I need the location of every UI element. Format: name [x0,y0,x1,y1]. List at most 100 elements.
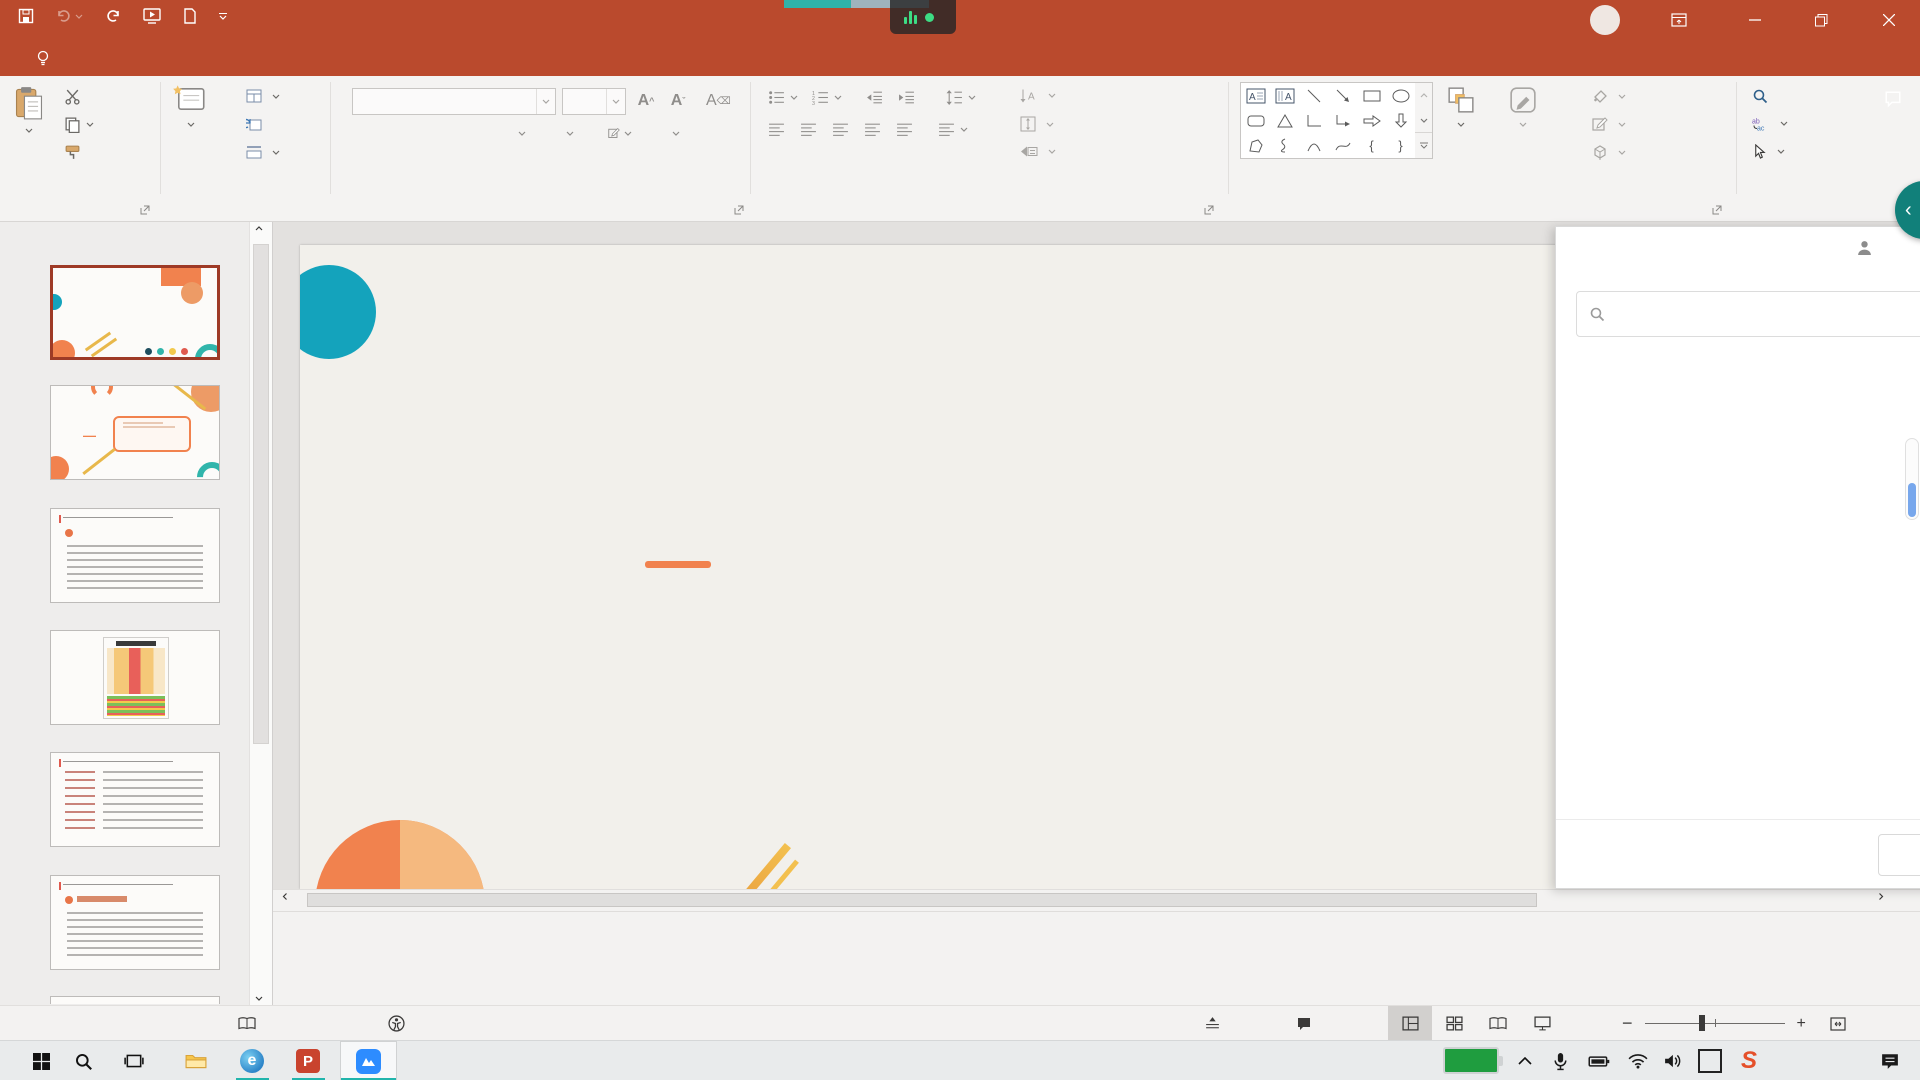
reading-view-button[interactable] [1476,1006,1520,1041]
spellcheck-icon[interactable] [238,1006,256,1041]
shape-outline-button[interactable] [1592,116,1626,132]
mute-all-button[interactable] [1878,834,1920,876]
font-dialog-launcher[interactable] [734,202,744,220]
thumbnail-slide-2[interactable]: — [50,385,220,480]
scroll-up-icon[interactable] [255,226,263,231]
zoom-in-button[interactable]: + [1797,1015,1806,1033]
redo-icon[interactable] [105,8,121,24]
volume-tray-icon[interactable] [1658,1041,1690,1080]
powerpoint-button[interactable]: P [290,1041,326,1080]
quick-styles-button[interactable] [1509,86,1537,127]
text-direction-button[interactable] [1020,88,1056,103]
arrange-button[interactable] [1447,86,1475,127]
scroll-right-icon[interactable] [1877,894,1885,899]
grow-font-button[interactable]: A^ [634,88,658,114]
thumbnail-slide-7[interactable] [50,996,220,1004]
scroll-down-icon[interactable] [255,996,263,1001]
underline-button[interactable] [410,120,434,146]
notes-toggle[interactable] [1204,1006,1228,1041]
character-spacing-button[interactable] [508,120,532,146]
cut-button[interactable] [64,88,81,105]
new-slide-button[interactable] [172,84,206,127]
font-color-button[interactable] [662,120,686,146]
account-avatar[interactable] [1590,5,1620,35]
thumbnail-slide-1[interactable] [50,265,220,360]
increase-indent-button[interactable] [898,90,915,105]
ime-indicator[interactable] [1694,1041,1726,1080]
italic-button[interactable] [382,120,406,146]
thumbnail-slide-4[interactable] [50,630,220,725]
edge-browser-button[interactable]: e [234,1041,270,1080]
member-scroll-thumb[interactable] [1908,483,1916,517]
select-button[interactable] [1752,144,1785,159]
change-case-button[interactable] [556,120,580,146]
start-button[interactable] [24,1041,58,1080]
zoom-out-button[interactable]: − [1622,1013,1633,1034]
paragraph-dialog-launcher[interactable] [1204,202,1214,220]
thumbnail-slide-6[interactable] [50,875,220,970]
comments-toggle[interactable] [1296,1006,1319,1041]
task-view-button[interactable] [116,1041,152,1080]
decrease-indent-button[interactable] [866,90,883,105]
customize-qat-icon[interactable] [219,13,227,20]
font-name-combo[interactable] [352,88,556,115]
zoom-slider-thumb[interactable] [1699,1015,1705,1031]
fit-slide-button[interactable] [1830,1017,1846,1031]
find-button[interactable] [1752,88,1773,104]
font-size-combo[interactable] [562,88,626,115]
battery-tray-icon[interactable] [1582,1041,1616,1080]
line-spacing-button[interactable] [946,90,976,105]
scroll-thumb[interactable] [253,244,269,744]
restore-button[interactable] [1798,0,1844,40]
bold-button[interactable] [354,120,378,146]
paste-button[interactable] [14,86,44,133]
justify-button[interactable] [864,122,881,137]
replace-button[interactable] [1752,116,1788,131]
shadow-button[interactable] [440,120,464,146]
member-search-input[interactable] [1614,305,1914,323]
start-slideshow-icon[interactable] [143,8,161,24]
section-button[interactable] [246,145,280,159]
hscroll-thumb[interactable] [307,893,1537,907]
convert-smartart-button[interactable] [1020,144,1056,159]
comments-icon[interactable] [1884,90,1902,108]
sogou-tray-icon[interactable]: S [1732,1041,1766,1080]
horizontal-scrollbar[interactable] [273,889,1920,911]
drawing-dialog-launcher[interactable] [1712,202,1722,220]
microphone-tray-icon[interactable] [1545,1041,1575,1080]
shapes-gallery[interactable]: A A { } [1240,82,1416,159]
layout-button[interactable] [246,89,280,103]
minimize-button[interactable] [1732,0,1778,40]
scroll-left-icon[interactable] [281,894,289,899]
new-file-icon[interactable] [183,8,197,24]
thumbnail-scrollbar[interactable] [249,222,272,1005]
shrink-font-button[interactable]: Aˇ [666,88,690,114]
numbering-button[interactable] [812,90,842,105]
meeting-overlay-pill[interactable] [890,0,956,34]
undo-icon[interactable] [56,8,83,24]
bullets-button[interactable] [768,90,798,105]
save-icon[interactable] [18,8,34,24]
clear-formatting-button[interactable]: A⌫ [706,88,731,114]
battery-percentage-badge[interactable] [1443,1047,1499,1074]
align-text-button[interactable] [1020,116,1054,132]
tencent-meeting-button[interactable] [340,1041,397,1080]
strikethrough-button[interactable] [470,120,494,146]
columns-button[interactable] [938,122,968,137]
accessibility-status[interactable] [388,1006,412,1041]
taskbar-clock[interactable] [1776,1041,1846,1080]
tell-me-search[interactable] [36,40,58,76]
ribbon-display-options-button[interactable] [1656,0,1702,40]
clipboard-dialog-launcher[interactable] [140,202,150,220]
shape-effects-button[interactable] [1592,144,1626,160]
wifi-tray-icon[interactable] [1622,1041,1654,1080]
action-center-icon[interactable] [1872,1041,1908,1080]
meeting-dock-tab-teal[interactable] [784,0,851,8]
thumbnail-slide-5[interactable] [50,752,220,847]
taskbar-search-button[interactable] [66,1041,100,1080]
file-explorer-button[interactable] [178,1041,214,1080]
copy-button[interactable] [64,116,94,133]
shapes-gallery-scrollbar[interactable] [1415,82,1433,159]
tray-expand-icon[interactable] [1510,1041,1540,1080]
zoom-slider[interactable] [1645,1023,1785,1024]
